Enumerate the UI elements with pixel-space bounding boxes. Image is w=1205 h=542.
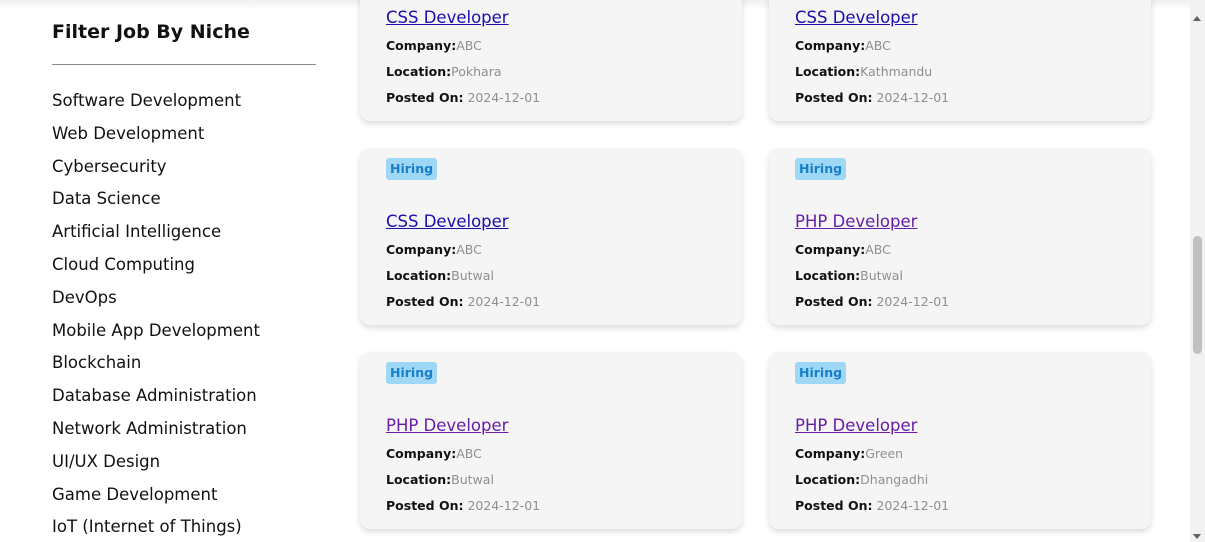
job-title-link[interactable]: CSS Developer: [795, 7, 949, 29]
company-label: Company:: [795, 242, 866, 257]
company-label: Company:: [386, 446, 457, 461]
company-row: Company:ABC: [795, 237, 949, 263]
company-label: Company:: [386, 242, 457, 257]
posted-value: 2024-12-01: [467, 294, 541, 309]
niche-item-ui-ux-design[interactable]: UI/UX Design: [52, 446, 316, 479]
job-title-link[interactable]: CSS Developer: [386, 211, 540, 233]
scroll-down-arrow-icon[interactable]: [1193, 534, 1201, 539]
niche-item-artificial-intelligence[interactable]: Artificial Intelligence: [52, 216, 316, 249]
posted-label: Posted On:: [386, 294, 464, 309]
hiring-badge: Hiring: [795, 158, 847, 180]
sidebar-title: Filter Job By Niche: [52, 21, 250, 43]
job-card: Hiring PHP Developer Company:ABC Locatio…: [360, 352, 742, 529]
hiring-badge: Hiring: [386, 158, 438, 180]
company-label: Company:: [795, 446, 866, 461]
location-value: Kathmandu: [860, 64, 933, 79]
scroll-up-arrow-icon[interactable]: [1193, 16, 1201, 21]
niche-item-mobile-app-development[interactable]: Mobile App Development: [52, 315, 316, 348]
hiring-badge: Hiring: [795, 362, 847, 384]
company-value: ABC: [865, 38, 891, 53]
posted-label: Posted On:: [795, 90, 873, 105]
location-value: Butwal: [451, 268, 494, 283]
location-value: Butwal: [860, 268, 903, 283]
posted-value: 2024-12-01: [876, 90, 950, 105]
niche-item-cybersecurity[interactable]: Cybersecurity: [52, 151, 316, 184]
location-row: Location:Kathmandu: [795, 59, 949, 85]
posted-row: Posted On: 2024-12-01: [795, 493, 949, 519]
posted-label: Posted On:: [795, 498, 873, 513]
niche-item-software-development[interactable]: Software Development: [52, 85, 316, 118]
company-label: Company:: [795, 38, 866, 53]
scroll-thumb[interactable]: [1193, 236, 1202, 354]
niche-item-web-development[interactable]: Web Development: [52, 118, 316, 151]
location-label: Location:: [386, 472, 452, 487]
niche-filter-sidebar: Filter Job By Niche Software Development…: [52, 14, 316, 542]
posted-row: Posted On: 2024-12-01: [386, 493, 540, 519]
posted-row: Posted On: 2024-12-01: [795, 85, 949, 111]
job-title-link[interactable]: PHP Developer: [795, 415, 949, 437]
niche-item-network-administration[interactable]: Network Administration: [52, 413, 316, 446]
company-row: Company:Green: [795, 441, 949, 467]
location-label: Location:: [386, 64, 452, 79]
posted-row: Posted On: 2024-12-01: [795, 289, 949, 315]
job-title-link[interactable]: PHP Developer: [795, 211, 949, 233]
posted-label: Posted On:: [795, 294, 873, 309]
location-value: Dhangadhi: [860, 472, 929, 487]
posted-row: Posted On: 2024-12-01: [386, 289, 540, 315]
job-card: Hiring PHP Developer Company:Green Locat…: [769, 352, 1151, 529]
niche-item-game-development[interactable]: Game Development: [52, 479, 316, 512]
niche-item-devops[interactable]: DevOps: [52, 282, 316, 315]
job-title-link[interactable]: CSS Developer: [386, 7, 540, 29]
company-row: Company:ABC: [386, 33, 540, 59]
company-label: Company:: [386, 38, 457, 53]
company-value: ABC: [456, 446, 482, 461]
niche-list: Software Development Web Development Cyb…: [52, 85, 316, 542]
job-card: Hiring PHP Developer Company:ABC Locatio…: [769, 148, 1151, 325]
page: Filter Job By Niche Software Development…: [0, 0, 1205, 542]
posted-value: 2024-12-01: [876, 294, 950, 309]
company-value: ABC: [865, 242, 891, 257]
location-label: Location:: [795, 268, 861, 283]
company-row: Company:ABC: [795, 33, 949, 59]
vertical-scrollbar[interactable]: [1190, 0, 1205, 542]
posted-value: 2024-12-01: [467, 498, 541, 513]
job-card: CSS Developer Company:ABC Location:Pokha…: [360, 0, 742, 121]
sidebar-divider: [52, 64, 316, 65]
location-row: Location:Butwal: [386, 467, 540, 493]
niche-item-cloud-computing[interactable]: Cloud Computing: [52, 249, 316, 282]
company-value: ABC: [456, 38, 482, 53]
location-row: Location:Dhangadhi: [795, 467, 949, 493]
location-row: Location:Butwal: [386, 263, 540, 289]
location-label: Location:: [795, 64, 861, 79]
niche-item-data-science[interactable]: Data Science: [52, 183, 316, 216]
company-row: Company:ABC: [386, 441, 540, 467]
posted-row: Posted On: 2024-12-01: [386, 85, 540, 111]
location-value: Pokhara: [451, 64, 502, 79]
location-row: Location:Butwal: [795, 263, 949, 289]
job-card: Hiring CSS Developer Company:ABC Locatio…: [360, 148, 742, 325]
company-row: Company:ABC: [386, 237, 540, 263]
company-value: ABC: [456, 242, 482, 257]
location-label: Location:: [795, 472, 861, 487]
posted-label: Posted On:: [386, 90, 464, 105]
niche-item-iot[interactable]: IoT (Internet of Things): [52, 511, 316, 542]
company-value: Green: [865, 446, 904, 461]
location-value: Butwal: [451, 472, 494, 487]
location-row: Location:Pokhara: [386, 59, 540, 85]
posted-label: Posted On:: [386, 498, 464, 513]
niche-item-blockchain[interactable]: Blockchain: [52, 347, 316, 380]
posted-value: 2024-12-01: [876, 498, 950, 513]
location-label: Location:: [386, 268, 452, 283]
niche-item-database-administration[interactable]: Database Administration: [52, 380, 316, 413]
hiring-badge: Hiring: [386, 362, 438, 384]
posted-value: 2024-12-01: [467, 90, 541, 105]
job-card: CSS Developer Company:ABC Location:Kathm…: [769, 0, 1151, 121]
job-title-link[interactable]: PHP Developer: [386, 415, 540, 437]
